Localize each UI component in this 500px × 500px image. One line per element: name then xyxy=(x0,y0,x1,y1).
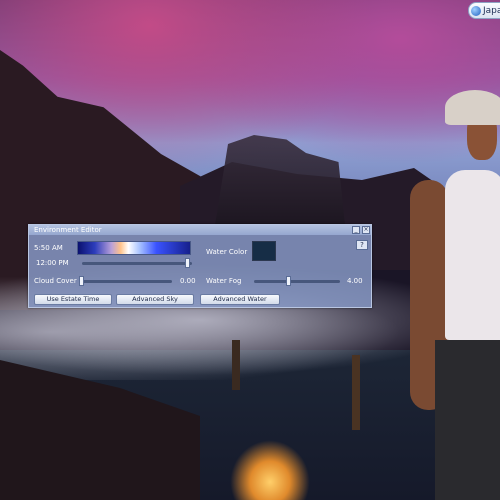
top-tab-label: Japa xyxy=(483,5,500,16)
campfire xyxy=(230,440,310,500)
advanced-water-button[interactable]: Advanced Water xyxy=(200,294,280,305)
use-estate-time-button[interactable]: Use Estate Time xyxy=(34,294,112,305)
close-button[interactable]: × xyxy=(362,226,370,234)
globe-icon xyxy=(471,5,481,16)
window-title: Environment Editor xyxy=(34,226,102,234)
water-fog-slider[interactable] xyxy=(254,276,340,286)
avatar-hat xyxy=(445,90,500,125)
time-slider-thumb[interactable] xyxy=(185,258,190,268)
water-color-swatch[interactable] xyxy=(252,241,276,261)
minimize-button[interactable]: _ xyxy=(352,226,360,234)
avatar-shirt xyxy=(445,170,500,340)
window-titlebar[interactable]: Environment Editor xyxy=(29,225,371,235)
sun-position-track[interactable] xyxy=(77,241,191,255)
cloud-cover-value: 0.00 xyxy=(180,277,196,285)
avatar-pants xyxy=(435,340,500,500)
scarecrow-post xyxy=(352,355,360,430)
help-button[interactable]: ? xyxy=(356,240,368,250)
avatar-character[interactable] xyxy=(405,90,500,500)
water-fog-thumb[interactable] xyxy=(286,276,291,286)
cloud-cover-thumb[interactable] xyxy=(79,276,84,286)
time-slider-label: 12:00 PM xyxy=(36,259,69,267)
water-color-label: Water Color xyxy=(206,248,248,256)
cloud-cover-label: Cloud Cover xyxy=(34,277,77,285)
top-right-tab[interactable]: Japa xyxy=(468,2,500,19)
water-fog-label: Water Fog xyxy=(206,277,242,285)
window-body: 5:50 AM 12:00 PM Cloud Cover 0.00 Water … xyxy=(29,235,371,307)
water-fog-value: 4.00 xyxy=(347,277,363,285)
wooden-post xyxy=(232,340,240,390)
advanced-sky-button[interactable]: Advanced Sky xyxy=(116,294,194,305)
environment-editor-window[interactable]: Environment Editor _ × 5:50 AM 12:00 PM … xyxy=(28,224,372,308)
time-of-day-label: 5:50 AM xyxy=(34,244,63,252)
cloud-cover-slider[interactable] xyxy=(79,276,172,286)
time-slider[interactable] xyxy=(82,258,192,268)
